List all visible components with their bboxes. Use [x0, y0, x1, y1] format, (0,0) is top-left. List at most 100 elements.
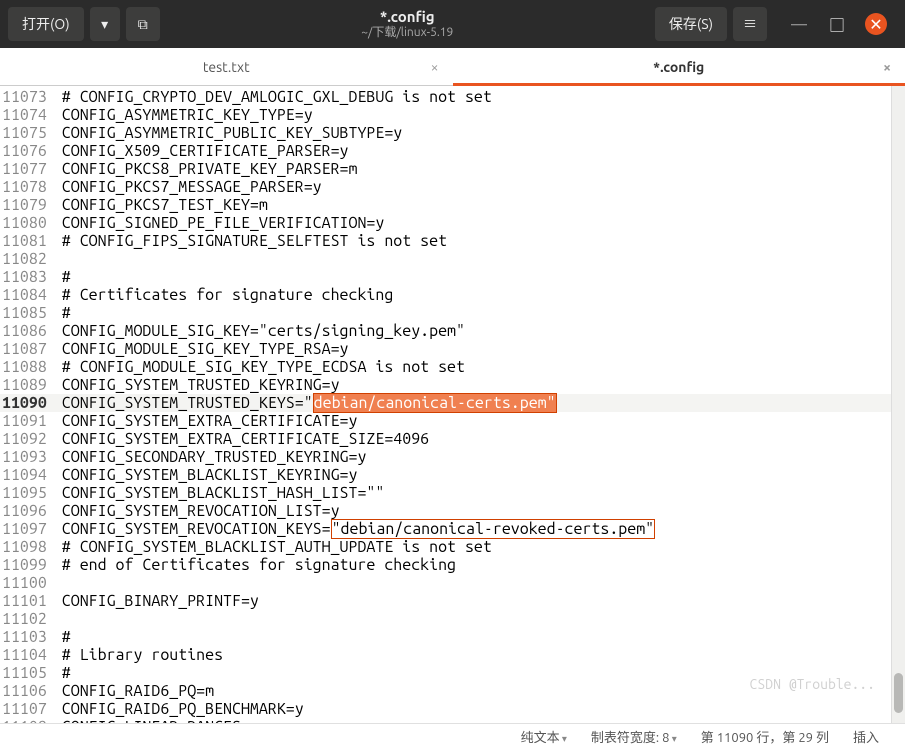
line-content[interactable]: # — [53, 664, 905, 682]
line-content[interactable]: # end of Certificates for signature chec… — [53, 556, 905, 574]
line-content[interactable]: CONFIG_BINARY_PRINTF=y — [53, 592, 905, 610]
line-number: 11075 — [0, 124, 53, 142]
line-content[interactable]: CONFIG_SYSTEM_BLACKLIST_KEYRING=y — [53, 466, 905, 484]
line-content[interactable]: CONFIG_MODULE_SIG_KEY_TYPE_RSA=y — [53, 340, 905, 358]
tab-close-button[interactable]: × — [431, 59, 439, 75]
editor-line[interactable]: 11095 CONFIG_SYSTEM_BLACKLIST_HASH_LIST=… — [0, 484, 905, 502]
line-number: 11087 — [0, 340, 53, 358]
line-content[interactable]: # CONFIG_FIPS_SIGNATURE_SELFTEST is not … — [53, 232, 905, 250]
editor-line[interactable]: 11089 CONFIG_SYSTEM_TRUSTED_KEYRING=y — [0, 376, 905, 394]
editor-line[interactable]: 11104 # Library routines — [0, 646, 905, 664]
line-content[interactable]: CONFIG_SYSTEM_TRUSTED_KEYS="debian/canon… — [53, 394, 905, 412]
editor-line[interactable]: 11101 CONFIG_BINARY_PRINTF=y — [0, 592, 905, 610]
editor-line[interactable]: 11084 # Certificates for signature check… — [0, 286, 905, 304]
close-button[interactable]: ✕ — [865, 13, 887, 35]
editor-line[interactable]: 11105 # — [0, 664, 905, 682]
line-content[interactable]: CONFIG_X509_CERTIFICATE_PARSER=y — [53, 142, 905, 160]
editor-line[interactable]: 11093 CONFIG_SECONDARY_TRUSTED_KEYRING=y — [0, 448, 905, 466]
line-content[interactable]: # Library routines — [53, 646, 905, 664]
line-content[interactable]: CONFIG_SIGNED_PE_FILE_VERIFICATION=y — [53, 214, 905, 232]
window-title-area: *.config ~/下载/linux-5.19 — [166, 8, 649, 40]
minimize-button[interactable]: ─ — [789, 14, 809, 34]
maximize-button[interactable]: □ — [827, 14, 847, 34]
line-number: 11086 — [0, 322, 53, 340]
hamburger-menu-button[interactable]: ≡ — [733, 7, 767, 41]
line-content[interactable]: CONFIG_RAID6_PQ=m — [53, 682, 905, 700]
open-dropdown-button[interactable]: ▾ — [90, 7, 120, 41]
editor-line[interactable]: 11097 CONFIG_SYSTEM_REVOCATION_KEYS="deb… — [0, 520, 905, 538]
chevron-down-icon: ▾ — [101, 16, 108, 33]
vertical-scrollbar[interactable] — [891, 86, 905, 723]
editor-line[interactable]: 11079 CONFIG_PKCS7_TEST_KEY=m — [0, 196, 905, 214]
line-content[interactable]: CONFIG_MODULE_SIG_KEY="certs/signing_key… — [53, 322, 905, 340]
tab-close-button[interactable]: × — [883, 59, 891, 75]
editor-area[interactable]: CSDN @Trouble... 11073 # CONFIG_CRYPTO_D… — [0, 86, 905, 723]
line-content[interactable]: CONFIG_RAID6_PQ_BENCHMARK=y — [53, 700, 905, 718]
line-content[interactable] — [53, 250, 905, 268]
save-button[interactable]: 保存(S) — [655, 7, 727, 41]
tab-config[interactable]: *.config × — [453, 48, 905, 85]
line-content[interactable]: CONFIG_SYSTEM_REVOCATION_LIST=y — [53, 502, 905, 520]
editor-line[interactable]: 11073 # CONFIG_CRYPTO_DEV_AMLOGIC_GXL_DE… — [0, 88, 905, 106]
minimize-icon: ─ — [791, 12, 807, 36]
editor-line[interactable]: 11100 — [0, 574, 905, 592]
line-content[interactable]: CONFIG_ASYMMETRIC_KEY_TYPE=y — [53, 106, 905, 124]
editor-line[interactable]: 11090 CONFIG_SYSTEM_TRUSTED_KEYS="debian… — [0, 394, 905, 412]
editor-line[interactable]: 11096 CONFIG_SYSTEM_REVOCATION_LIST=y — [0, 502, 905, 520]
selection[interactable]: debian/canonical-certs.pem" — [313, 393, 557, 413]
line-content[interactable]: # — [53, 304, 905, 322]
scroll-thumb[interactable] — [894, 673, 903, 713]
status-syntax[interactable]: 纯文本 — [511, 727, 577, 746]
editor-line[interactable]: 11077 CONFIG_PKCS8_PRIVATE_KEY_PARSER=m — [0, 160, 905, 178]
line-content[interactable]: # — [53, 268, 905, 286]
line-content[interactable]: CONFIG_SYSTEM_EXTRA_CERTIFICATE=y — [53, 412, 905, 430]
open-button[interactable]: 打开(O) — [8, 7, 84, 41]
editor-line[interactable]: 11074 CONFIG_ASYMMETRIC_KEY_TYPE=y — [0, 106, 905, 124]
editor-line[interactable]: 11106 CONFIG_RAID6_PQ=m — [0, 682, 905, 700]
line-content[interactable]: CONFIG_SYSTEM_EXTRA_CERTIFICATE_SIZE=409… — [53, 430, 905, 448]
editor-line[interactable]: 11078 CONFIG_PKCS7_MESSAGE_PARSER=y — [0, 178, 905, 196]
editor-line[interactable]: 11098 # CONFIG_SYSTEM_BLACKLIST_AUTH_UPD… — [0, 538, 905, 556]
line-content[interactable]: # CONFIG_CRYPTO_DEV_AMLOGIC_GXL_DEBUG is… — [53, 88, 905, 106]
line-content[interactable]: CONFIG_SYSTEM_TRUSTED_KEYRING=y — [53, 376, 905, 394]
editor-line[interactable]: 11094 CONFIG_SYSTEM_BLACKLIST_KEYRING=y — [0, 466, 905, 484]
line-number: 11101 — [0, 592, 53, 610]
status-tabwidth[interactable]: 制表符宽度: 8 — [581, 727, 687, 746]
line-content[interactable]: # — [53, 628, 905, 646]
editor-line[interactable]: 11088 # CONFIG_MODULE_SIG_KEY_TYPE_ECDSA… — [0, 358, 905, 376]
editor-line[interactable]: 11087 CONFIG_MODULE_SIG_KEY_TYPE_RSA=y — [0, 340, 905, 358]
editor-line[interactable]: 11082 — [0, 250, 905, 268]
tab-test-txt[interactable]: test.txt × — [0, 48, 453, 85]
editor-line[interactable]: 11080 CONFIG_SIGNED_PE_FILE_VERIFICATION… — [0, 214, 905, 232]
editor-line[interactable]: 11085 # — [0, 304, 905, 322]
editor-line[interactable]: 11107 CONFIG_RAID6_PQ_BENCHMARK=y — [0, 700, 905, 718]
editor-line[interactable]: 11086 CONFIG_MODULE_SIG_KEY="certs/signi… — [0, 322, 905, 340]
line-content[interactable]: CONFIG_SYSTEM_REVOCATION_KEYS="debian/ca… — [53, 520, 905, 538]
editor-line[interactable]: 11102 — [0, 610, 905, 628]
line-content[interactable]: CONFIG_SYSTEM_BLACKLIST_HASH_LIST="" — [53, 484, 905, 502]
new-tab-button[interactable]: ⧉ — [126, 7, 160, 41]
editor-line[interactable]: 11075 CONFIG_ASYMMETRIC_PUBLIC_KEY_SUBTY… — [0, 124, 905, 142]
line-content[interactable]: CONFIG_LINEAR_RANGES=y — [53, 718, 905, 723]
editor-line[interactable]: 11103 # — [0, 628, 905, 646]
line-number: 11093 — [0, 448, 53, 466]
line-content[interactable] — [53, 574, 905, 592]
line-content[interactable] — [53, 610, 905, 628]
status-mode[interactable]: 插入 — [843, 727, 889, 746]
line-content[interactable]: CONFIG_PKCS8_PRIVATE_KEY_PARSER=m — [53, 160, 905, 178]
editor-line[interactable]: 11081 # CONFIG_FIPS_SIGNATURE_SELFTEST i… — [0, 232, 905, 250]
line-content[interactable]: CONFIG_SECONDARY_TRUSTED_KEYRING=y — [53, 448, 905, 466]
line-number: 11084 — [0, 286, 53, 304]
editor-line[interactable]: 11091 CONFIG_SYSTEM_EXTRA_CERTIFICATE=y — [0, 412, 905, 430]
line-content[interactable]: # CONFIG_MODULE_SIG_KEY_TYPE_ECDSA is no… — [53, 358, 905, 376]
line-content[interactable]: CONFIG_PKCS7_TEST_KEY=m — [53, 196, 905, 214]
editor-line[interactable]: 11092 CONFIG_SYSTEM_EXTRA_CERTIFICATE_SI… — [0, 430, 905, 448]
line-content[interactable]: CONFIG_ASYMMETRIC_PUBLIC_KEY_SUBTYPE=y — [53, 124, 905, 142]
editor-line[interactable]: 11076 CONFIG_X509_CERTIFICATE_PARSER=y — [0, 142, 905, 160]
line-content[interactable]: # CONFIG_SYSTEM_BLACKLIST_AUTH_UPDATE is… — [53, 538, 905, 556]
editor-line[interactable]: 11083 # — [0, 268, 905, 286]
editor-line[interactable]: 11108 CONFIG_LINEAR_RANGES=y — [0, 718, 905, 723]
line-content[interactable]: # Certificates for signature checking — [53, 286, 905, 304]
line-content[interactable]: CONFIG_PKCS7_MESSAGE_PARSER=y — [53, 178, 905, 196]
editor-line[interactable]: 11099 # end of Certificates for signatur… — [0, 556, 905, 574]
